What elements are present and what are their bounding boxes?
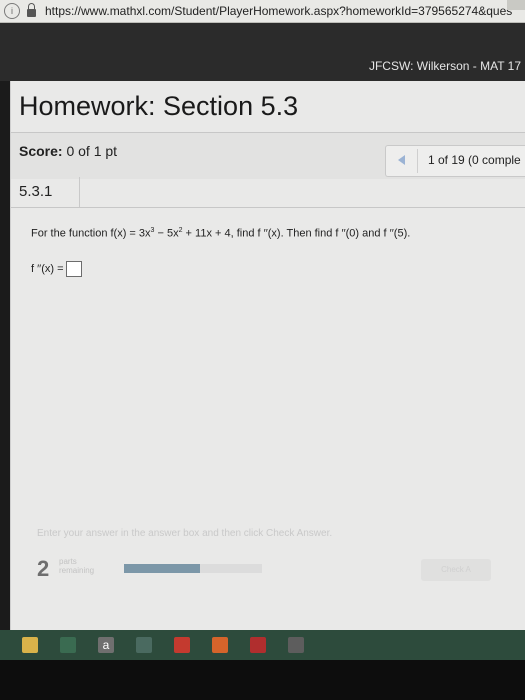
store-icon[interactable] [60, 637, 76, 653]
remaining-word: remaining [59, 566, 95, 575]
question-id: 5.3.1 [11, 177, 80, 207]
parts-remaining-count: 2 [37, 556, 50, 581]
red-app-icon[interactable] [250, 637, 266, 653]
score-label: Score: [19, 143, 63, 159]
course-name: JFCSW: Wilkerson - MAT 17 [368, 59, 521, 73]
office-icon[interactable] [212, 637, 228, 653]
question-text-part: + 11x + 4, find f ′′(x). Then find f ′′(… [182, 227, 411, 240]
lock-icon [27, 3, 36, 17]
answer-row: f ′′(x) = [31, 261, 82, 277]
score: Score: 0 of 1 pt [19, 143, 117, 159]
divider [11, 207, 525, 208]
gray-app-icon[interactable] [288, 637, 304, 653]
question-text: For the function f(x) = 3x3 − 5x2 + 11x … [31, 227, 410, 240]
taskbar: a [0, 630, 525, 700]
taskbar-icons: a [0, 630, 525, 660]
movie-icon[interactable] [174, 637, 190, 653]
question-pager: 1 of 19 (0 comple [385, 145, 525, 177]
file-explorer-icon[interactable] [22, 637, 38, 653]
url-text[interactable]: https://www.mathxl.com/Student/PlayerHom… [45, 4, 512, 18]
homework-panel: Homework: Section 5.3 Score: 0 of 1 pt 1… [10, 81, 525, 630]
answer-input[interactable] [65, 261, 82, 277]
parts-word: parts [59, 557, 77, 566]
check-answer-button[interactable]: Check A [421, 559, 491, 581]
amazon-icon[interactable]: a [98, 637, 114, 653]
pager-divider [417, 149, 418, 173]
question-count[interactable]: 1 of 19 (0 comple [428, 153, 521, 167]
score-bar: Score: 0 of 1 pt 1 of 19 (0 comple [11, 133, 525, 179]
score-value: 0 of 1 pt [66, 143, 118, 159]
answer-label: f ′′(x) = [31, 263, 64, 275]
parts-remaining-label: parts remaining [59, 557, 94, 575]
parts-progress-bar [124, 564, 262, 573]
new-tab-button[interactable] [507, 0, 525, 10]
previous-question-arrow-icon[interactable] [398, 155, 405, 165]
question-text-part: For the function f(x) = 3x [31, 227, 151, 240]
instruction-text: Enter your answer in the answer box and … [37, 528, 333, 539]
browser-address-bar[interactable]: i https://www.mathxl.com/Student/PlayerH… [0, 0, 525, 23]
site-header: JFCSW: Wilkerson - MAT 17 [0, 23, 525, 81]
question-text-part: − 5x [154, 227, 179, 240]
page-title: Homework: Section 5.3 [19, 91, 299, 121]
mail-icon[interactable] [136, 637, 152, 653]
info-icon[interactable]: i [4, 3, 20, 19]
parts-progress-fill [124, 564, 200, 573]
